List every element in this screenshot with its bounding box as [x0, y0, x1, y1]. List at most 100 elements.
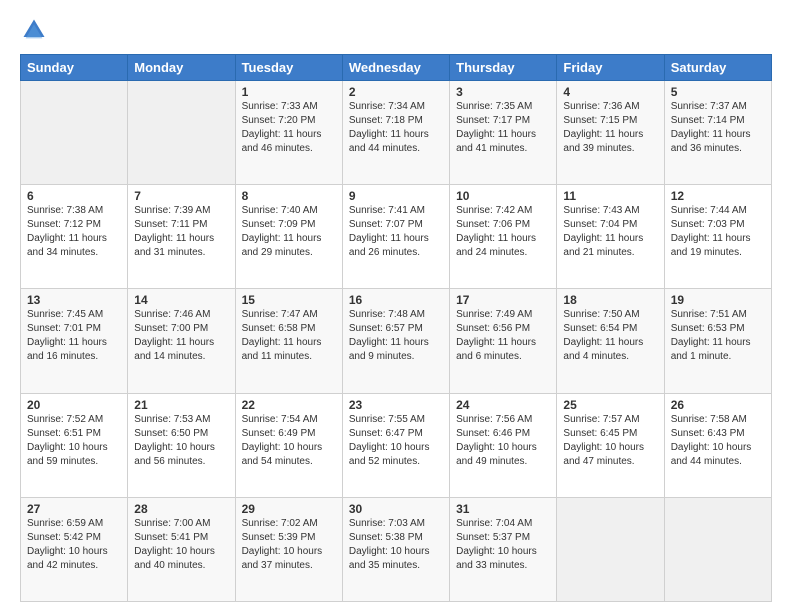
- day-cell: 12Sunrise: 7:44 AM Sunset: 7:03 PM Dayli…: [664, 185, 771, 289]
- day-info: Sunrise: 7:38 AM Sunset: 7:12 PM Dayligh…: [27, 204, 121, 260]
- day-cell: 16Sunrise: 7:48 AM Sunset: 6:57 PM Dayli…: [342, 289, 449, 393]
- day-cell: 2Sunrise: 7:34 AM Sunset: 7:18 PM Daylig…: [342, 81, 449, 185]
- logo: [20, 16, 52, 44]
- day-info: Sunrise: 7:34 AM Sunset: 7:18 PM Dayligh…: [349, 100, 443, 156]
- day-cell: 31Sunrise: 7:04 AM Sunset: 5:37 PM Dayli…: [450, 497, 557, 601]
- day-cell: 24Sunrise: 7:56 AM Sunset: 6:46 PM Dayli…: [450, 393, 557, 497]
- day-info: Sunrise: 7:53 AM Sunset: 6:50 PM Dayligh…: [134, 413, 228, 469]
- col-header-saturday: Saturday: [664, 55, 771, 81]
- day-cell: 18Sunrise: 7:50 AM Sunset: 6:54 PM Dayli…: [557, 289, 664, 393]
- day-info: Sunrise: 7:03 AM Sunset: 5:38 PM Dayligh…: [349, 517, 443, 573]
- day-info: Sunrise: 7:45 AM Sunset: 7:01 PM Dayligh…: [27, 308, 121, 364]
- day-info: Sunrise: 6:59 AM Sunset: 5:42 PM Dayligh…: [27, 517, 121, 573]
- day-number: 19: [671, 293, 765, 307]
- page: SundayMondayTuesdayWednesdayThursdayFrid…: [0, 0, 792, 612]
- col-header-sunday: Sunday: [21, 55, 128, 81]
- day-number: 31: [456, 502, 550, 516]
- day-number: 21: [134, 398, 228, 412]
- day-info: Sunrise: 7:39 AM Sunset: 7:11 PM Dayligh…: [134, 204, 228, 260]
- day-number: 26: [671, 398, 765, 412]
- day-info: Sunrise: 7:54 AM Sunset: 6:49 PM Dayligh…: [242, 413, 336, 469]
- day-info: Sunrise: 7:58 AM Sunset: 6:43 PM Dayligh…: [671, 413, 765, 469]
- day-number: 3: [456, 85, 550, 99]
- week-row-4: 20Sunrise: 7:52 AM Sunset: 6:51 PM Dayli…: [21, 393, 772, 497]
- day-cell: 3Sunrise: 7:35 AM Sunset: 7:17 PM Daylig…: [450, 81, 557, 185]
- day-info: Sunrise: 7:51 AM Sunset: 6:53 PM Dayligh…: [671, 308, 765, 364]
- day-cell: 4Sunrise: 7:36 AM Sunset: 7:15 PM Daylig…: [557, 81, 664, 185]
- day-info: Sunrise: 7:52 AM Sunset: 6:51 PM Dayligh…: [27, 413, 121, 469]
- day-cell: [557, 497, 664, 601]
- day-cell: [21, 81, 128, 185]
- day-info: Sunrise: 7:00 AM Sunset: 5:41 PM Dayligh…: [134, 517, 228, 573]
- day-cell: 29Sunrise: 7:02 AM Sunset: 5:39 PM Dayli…: [235, 497, 342, 601]
- day-cell: [128, 81, 235, 185]
- day-cell: 5Sunrise: 7:37 AM Sunset: 7:14 PM Daylig…: [664, 81, 771, 185]
- day-number: 15: [242, 293, 336, 307]
- day-info: Sunrise: 7:37 AM Sunset: 7:14 PM Dayligh…: [671, 100, 765, 156]
- day-cell: 25Sunrise: 7:57 AM Sunset: 6:45 PM Dayli…: [557, 393, 664, 497]
- day-number: 8: [242, 189, 336, 203]
- day-info: Sunrise: 7:02 AM Sunset: 5:39 PM Dayligh…: [242, 517, 336, 573]
- col-header-monday: Monday: [128, 55, 235, 81]
- week-row-1: 1Sunrise: 7:33 AM Sunset: 7:20 PM Daylig…: [21, 81, 772, 185]
- day-number: 9: [349, 189, 443, 203]
- day-cell: 10Sunrise: 7:42 AM Sunset: 7:06 PM Dayli…: [450, 185, 557, 289]
- day-number: 28: [134, 502, 228, 516]
- day-cell: 11Sunrise: 7:43 AM Sunset: 7:04 PM Dayli…: [557, 185, 664, 289]
- day-number: 12: [671, 189, 765, 203]
- day-info: Sunrise: 7:48 AM Sunset: 6:57 PM Dayligh…: [349, 308, 443, 364]
- week-row-2: 6Sunrise: 7:38 AM Sunset: 7:12 PM Daylig…: [21, 185, 772, 289]
- calendar-table: SundayMondayTuesdayWednesdayThursdayFrid…: [20, 54, 772, 602]
- day-cell: 17Sunrise: 7:49 AM Sunset: 6:56 PM Dayli…: [450, 289, 557, 393]
- day-cell: 28Sunrise: 7:00 AM Sunset: 5:41 PM Dayli…: [128, 497, 235, 601]
- day-cell: [664, 497, 771, 601]
- day-cell: 20Sunrise: 7:52 AM Sunset: 6:51 PM Dayli…: [21, 393, 128, 497]
- day-info: Sunrise: 7:33 AM Sunset: 7:20 PM Dayligh…: [242, 100, 336, 156]
- day-number: 4: [563, 85, 657, 99]
- day-number: 18: [563, 293, 657, 307]
- day-info: Sunrise: 7:42 AM Sunset: 7:06 PM Dayligh…: [456, 204, 550, 260]
- day-cell: 6Sunrise: 7:38 AM Sunset: 7:12 PM Daylig…: [21, 185, 128, 289]
- day-info: Sunrise: 7:56 AM Sunset: 6:46 PM Dayligh…: [456, 413, 550, 469]
- day-number: 6: [27, 189, 121, 203]
- week-row-5: 27Sunrise: 6:59 AM Sunset: 5:42 PM Dayli…: [21, 497, 772, 601]
- day-info: Sunrise: 7:49 AM Sunset: 6:56 PM Dayligh…: [456, 308, 550, 364]
- day-cell: 8Sunrise: 7:40 AM Sunset: 7:09 PM Daylig…: [235, 185, 342, 289]
- day-number: 24: [456, 398, 550, 412]
- day-cell: 23Sunrise: 7:55 AM Sunset: 6:47 PM Dayli…: [342, 393, 449, 497]
- day-number: 10: [456, 189, 550, 203]
- day-info: Sunrise: 7:04 AM Sunset: 5:37 PM Dayligh…: [456, 517, 550, 573]
- day-cell: 19Sunrise: 7:51 AM Sunset: 6:53 PM Dayli…: [664, 289, 771, 393]
- day-number: 25: [563, 398, 657, 412]
- day-number: 16: [349, 293, 443, 307]
- day-number: 2: [349, 85, 443, 99]
- day-info: Sunrise: 7:57 AM Sunset: 6:45 PM Dayligh…: [563, 413, 657, 469]
- day-info: Sunrise: 7:43 AM Sunset: 7:04 PM Dayligh…: [563, 204, 657, 260]
- day-cell: 22Sunrise: 7:54 AM Sunset: 6:49 PM Dayli…: [235, 393, 342, 497]
- day-number: 30: [349, 502, 443, 516]
- day-cell: 30Sunrise: 7:03 AM Sunset: 5:38 PM Dayli…: [342, 497, 449, 601]
- day-info: Sunrise: 7:46 AM Sunset: 7:00 PM Dayligh…: [134, 308, 228, 364]
- day-cell: 7Sunrise: 7:39 AM Sunset: 7:11 PM Daylig…: [128, 185, 235, 289]
- day-info: Sunrise: 7:35 AM Sunset: 7:17 PM Dayligh…: [456, 100, 550, 156]
- day-number: 22: [242, 398, 336, 412]
- day-number: 23: [349, 398, 443, 412]
- day-cell: 9Sunrise: 7:41 AM Sunset: 7:07 PM Daylig…: [342, 185, 449, 289]
- day-cell: 26Sunrise: 7:58 AM Sunset: 6:43 PM Dayli…: [664, 393, 771, 497]
- logo-icon: [20, 16, 48, 44]
- day-info: Sunrise: 7:47 AM Sunset: 6:58 PM Dayligh…: [242, 308, 336, 364]
- day-cell: 15Sunrise: 7:47 AM Sunset: 6:58 PM Dayli…: [235, 289, 342, 393]
- col-header-thursday: Thursday: [450, 55, 557, 81]
- col-header-friday: Friday: [557, 55, 664, 81]
- day-number: 14: [134, 293, 228, 307]
- day-info: Sunrise: 7:44 AM Sunset: 7:03 PM Dayligh…: [671, 204, 765, 260]
- day-info: Sunrise: 7:36 AM Sunset: 7:15 PM Dayligh…: [563, 100, 657, 156]
- day-number: 7: [134, 189, 228, 203]
- day-info: Sunrise: 7:40 AM Sunset: 7:09 PM Dayligh…: [242, 204, 336, 260]
- day-number: 17: [456, 293, 550, 307]
- day-number: 20: [27, 398, 121, 412]
- col-header-wednesday: Wednesday: [342, 55, 449, 81]
- week-row-3: 13Sunrise: 7:45 AM Sunset: 7:01 PM Dayli…: [21, 289, 772, 393]
- day-cell: 1Sunrise: 7:33 AM Sunset: 7:20 PM Daylig…: [235, 81, 342, 185]
- day-number: 27: [27, 502, 121, 516]
